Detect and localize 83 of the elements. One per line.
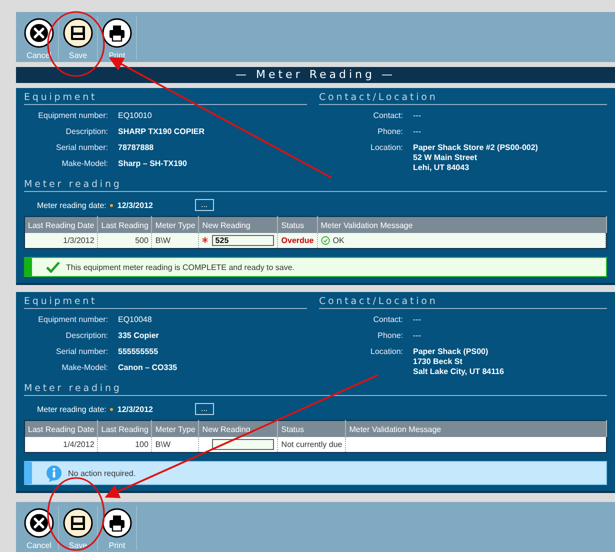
field-label: Serial number:: [54, 347, 108, 357]
field-value: SHARP TX190 COPIER: [118, 127, 206, 137]
column-header: Meter Type: [152, 216, 199, 233]
field-value: 555555555: [118, 347, 160, 357]
field-label: Contact:: [372, 315, 403, 325]
field-value: Canon – CO335: [118, 363, 178, 373]
cancel-icon: [24, 18, 54, 48]
reading-input[interactable]: 525: [212, 235, 274, 246]
validation-text: OK: [332, 236, 344, 245]
column-header: New Reading: [198, 216, 278, 233]
page-title: — Meter Reading —: [234, 67, 396, 83]
field-value: Paper Shack (PS00): [413, 347, 490, 357]
print-button[interactable]: Print: [98, 506, 137, 550]
section-heading: Equipment: [24, 92, 307, 105]
check-mark-icon: [46, 261, 60, 273]
column-header: Status: [278, 216, 318, 233]
field-label: Meter reading date:: [37, 404, 106, 414]
status-text: Not currently due: [278, 437, 346, 452]
info-icon: [46, 464, 62, 482]
field-value: 52 W Main Street: [413, 153, 478, 163]
field-label: Phone:: [376, 331, 403, 341]
column-header: Last Reading: [98, 420, 152, 437]
field-label: Meter reading date:: [37, 200, 106, 210]
field-value: Sharp – SH-TX190: [118, 159, 188, 169]
save-button[interactable]: Save: [59, 16, 98, 60]
field-value: ---: [413, 127, 422, 137]
cancel-button[interactable]: Cancel: [20, 506, 59, 550]
field-label: Description:: [64, 331, 108, 341]
table-cell: 1/3/2012: [24, 233, 98, 248]
column-header: Last Reading Date: [24, 216, 98, 233]
field-value: Salt Lake City, UT 84116: [413, 367, 506, 377]
field-value: ---: [413, 315, 422, 325]
field-value: Lehi, UT 84043: [413, 163, 470, 173]
floppy-disk-icon: [63, 508, 93, 538]
column-header: Last Reading: [98, 216, 152, 233]
field-label: Location:: [370, 143, 403, 154]
cancel-icon: [24, 508, 54, 538]
printer-icon: [102, 18, 132, 48]
date-value: 12/3/2012: [117, 200, 153, 210]
column-header: Last Reading Date: [24, 420, 98, 437]
field-value: EQ10010: [118, 111, 153, 121]
column-header: New Reading: [198, 420, 278, 437]
field-value: EQ10048: [118, 315, 153, 325]
date-value: 12/3/2012: [117, 404, 153, 414]
section-heading: Contact/Location: [319, 92, 607, 105]
field-value: ---: [413, 111, 422, 121]
info-message: No action required.: [24, 461, 607, 485]
section-heading: Equipment: [24, 296, 307, 309]
column-header: Meter Validation Message: [346, 420, 606, 437]
field-value: 1730 Beck St: [413, 357, 464, 367]
column-header: Meter Validation Message: [317, 216, 606, 233]
section-heading: Meter reading: [24, 383, 607, 396]
section-heading: Contact/Location: [319, 296, 607, 309]
success-message: This equipment meter reading is COMPLETE and ready to save.: [24, 257, 607, 277]
save-button[interactable]: Save: [59, 506, 98, 550]
section-heading: Meter reading: [24, 179, 607, 192]
column-header: Status: [278, 420, 346, 437]
reading-input[interactable]: [212, 439, 274, 450]
field-label: Make-Model:: [60, 159, 108, 169]
field-value: Paper Shack Store #2 (PS00-002): [413, 143, 539, 153]
field-label: Location:: [370, 347, 403, 358]
field-label: Equipment number:: [37, 111, 108, 121]
field-value: ---: [413, 331, 422, 341]
printer-icon: [102, 508, 132, 538]
field-value: 78787888: [118, 143, 155, 153]
field-label: Serial number:: [54, 143, 108, 153]
table-cell: 1/4/2012: [24, 437, 98, 452]
field-label: Contact:: [372, 111, 403, 121]
field-value: 335 Copier: [118, 331, 160, 341]
field-label: Phone:: [376, 127, 403, 137]
column-header: Meter Type: [152, 420, 199, 437]
field-label: Make-Model:: [60, 363, 108, 373]
table-cell: 100: [98, 437, 152, 452]
date-picker-button[interactable]: ...: [194, 403, 214, 415]
table-cell: B\W: [152, 233, 199, 248]
field-label: Description:: [64, 127, 108, 137]
date-picker-button[interactable]: ...: [194, 199, 214, 211]
table-cell: 500: [98, 233, 152, 248]
field-label: Equipment number:: [37, 315, 108, 325]
table-cell: B\W: [152, 437, 199, 452]
status-text: Overdue: [278, 233, 318, 248]
check-circle-icon: [320, 236, 330, 245]
floppy-disk-icon: [63, 18, 93, 48]
